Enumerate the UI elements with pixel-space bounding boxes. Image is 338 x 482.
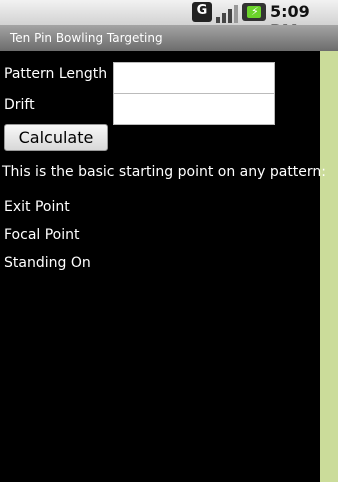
drift-label: Drift xyxy=(4,97,35,113)
battery-charging-icon: ⚡ xyxy=(242,3,266,21)
exit-point-label: Exit Point xyxy=(4,199,70,215)
g-notification-icon: G xyxy=(192,2,212,22)
status-bar: G ⚡ 5:09 PM xyxy=(0,0,338,40)
standing-on-label: Standing On xyxy=(4,255,91,271)
focal-point-label: Focal Point xyxy=(4,227,80,243)
pattern-length-input[interactable] xyxy=(113,62,275,94)
signal-bars-icon xyxy=(216,3,238,23)
scrollbar[interactable] xyxy=(320,51,338,482)
intro-text: This is the basic starting point on any … xyxy=(2,164,327,180)
calculate-button[interactable]: Calculate xyxy=(4,124,108,151)
drift-input[interactable] xyxy=(113,93,275,125)
pattern-length-label: Pattern Length xyxy=(4,66,108,82)
app-title-bar: Ten Pin Bowling Targeting xyxy=(0,25,338,51)
